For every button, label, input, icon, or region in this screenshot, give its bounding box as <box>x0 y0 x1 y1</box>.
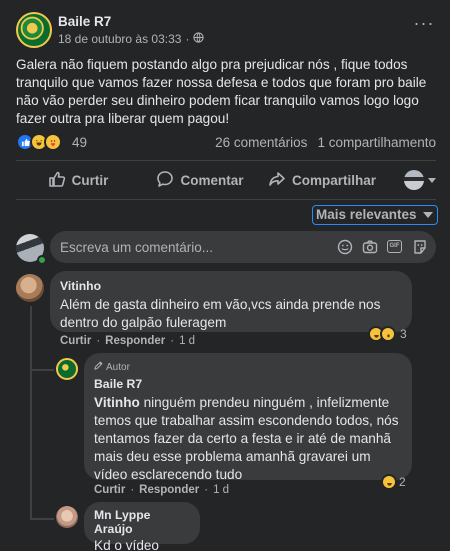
more-options-button[interactable]: ··· <box>410 14 438 38</box>
author-badge-label: Autor <box>106 361 130 373</box>
share-icon <box>268 170 286 191</box>
comment-reaction-count: 2 <box>399 475 406 489</box>
comment-reply-link[interactable]: Responder <box>139 484 199 496</box>
globe-icon <box>193 32 205 46</box>
dot-separator: · <box>170 335 175 347</box>
online-status-dot <box>37 255 47 265</box>
comment-button[interactable]: Comentar <box>140 163 260 197</box>
comment-text: Vitinho ninguém prendeu ninguém , infeli… <box>94 394 402 484</box>
thumbs-up-icon <box>48 170 66 191</box>
mention-link[interactable]: Vitinho <box>94 395 140 410</box>
dot-separator: · <box>130 484 135 496</box>
comment-sort-dropdown[interactable]: Mais relevantes <box>312 205 438 225</box>
post-header: Baile R7 18 de outubro às 03:33 · ··· <box>16 12 438 52</box>
comment-text: Kd o vídeo <box>94 538 159 551</box>
author-badge: Autor <box>94 361 402 373</box>
comment-author[interactable]: Mn Lyppe Araújo <box>94 508 190 536</box>
comment-actions: Curtir · Responder · 1 d <box>60 335 195 347</box>
dot-separator: · <box>96 335 101 347</box>
comment-text-body: ninguém prendeu ninguém , infelizmente t… <box>94 395 399 482</box>
comment-reactions[interactable]: 3 <box>368 325 407 343</box>
comment-reactions[interactable]: 2 <box>381 473 406 491</box>
chevron-down-icon <box>428 177 436 183</box>
thread-line <box>30 372 32 520</box>
comment-bubble: Vitinho Além de gasta dinheiro em vão,vc… <box>50 271 412 332</box>
gif-icon[interactable]: GIF <box>386 238 403 255</box>
reaction-count[interactable]: 49 <box>72 135 87 150</box>
comment-composer: GIF <box>50 231 436 263</box>
engagement-counts: 26 comentários 1 compartilhamento <box>215 135 436 150</box>
profile-avatar <box>404 170 424 190</box>
post-actions-bar: Curtir Comentar Compartilhar <box>16 163 436 197</box>
pencil-icon <box>94 361 103 373</box>
haha-icon <box>381 474 397 490</box>
wow-icon <box>380 326 396 342</box>
comment-like-link[interactable]: Curtir <box>60 335 91 347</box>
shares-count[interactable]: 1 compartilhamento <box>317 135 436 150</box>
thread-line <box>30 306 32 372</box>
comment-icon <box>156 170 174 191</box>
comment-author[interactable]: Baile R7 <box>94 377 402 391</box>
comment-author[interactable]: Vitinho <box>60 279 402 293</box>
comment-input[interactable] <box>60 231 320 263</box>
comments-count[interactable]: 26 comentários <box>215 135 307 150</box>
sort-label: Mais relevantes <box>316 207 417 222</box>
comment-reaction-count: 3 <box>400 327 407 341</box>
reaction-profile-selector[interactable] <box>384 163 436 197</box>
share-button[interactable]: Compartilhar <box>260 163 384 197</box>
comment-text: Além de gasta dinheiro em vão,vcs ainda … <box>60 297 381 330</box>
dot-separator: · <box>204 484 209 496</box>
emoji-icon[interactable] <box>336 238 353 255</box>
page-avatar[interactable] <box>16 12 52 48</box>
comment-actions: Curtir · Responder · 1 d <box>94 484 229 496</box>
comment-time[interactable]: 1 d <box>179 335 195 347</box>
comment-label: Comentar <box>180 172 244 188</box>
camera-icon[interactable] <box>361 238 378 255</box>
thread-branch <box>30 518 54 520</box>
like-button[interactable]: Curtir <box>16 163 140 197</box>
post-meta: 18 de outubro às 03:33 · <box>58 32 205 46</box>
like-label: Curtir <box>71 172 109 188</box>
comment-reply-link[interactable]: Responder <box>105 335 165 347</box>
reactions-summary: 49 26 comentários 1 compartilhamento <box>16 132 436 154</box>
post-text: Galera não fiquem postando algo pra prej… <box>16 57 427 126</box>
post-timestamp[interactable]: 18 de outubro às 03:33 <box>58 32 181 46</box>
care-icon <box>44 133 62 151</box>
reply-bubble: Autor Baile R7 Vitinho ninguém prendeu n… <box>84 353 412 482</box>
divider <box>16 160 436 161</box>
chevron-down-icon <box>423 212 433 218</box>
comment-time[interactable]: 1 d <box>213 484 229 496</box>
sticker-icon[interactable] <box>411 238 428 255</box>
commenter-avatar[interactable] <box>16 274 44 302</box>
reply-author-avatar[interactable] <box>56 506 78 528</box>
reply-bubble: Mn Lyppe Araújo Kd o vídeo <box>84 502 200 551</box>
dot-separator: · <box>185 32 190 46</box>
share-label: Compartilhar <box>291 172 376 188</box>
comment-like-link[interactable]: Curtir <box>94 484 125 496</box>
divider <box>16 199 436 200</box>
composer-tools: GIF <box>336 238 428 255</box>
post-author-name[interactable]: Baile R7 <box>58 14 111 29</box>
reaction-icons[interactable] <box>16 133 62 151</box>
reply-author-avatar[interactable] <box>56 358 78 380</box>
post-card: Baile R7 18 de outubro às 03:33 · ··· Ga… <box>0 0 450 551</box>
thread-branch <box>30 369 54 371</box>
